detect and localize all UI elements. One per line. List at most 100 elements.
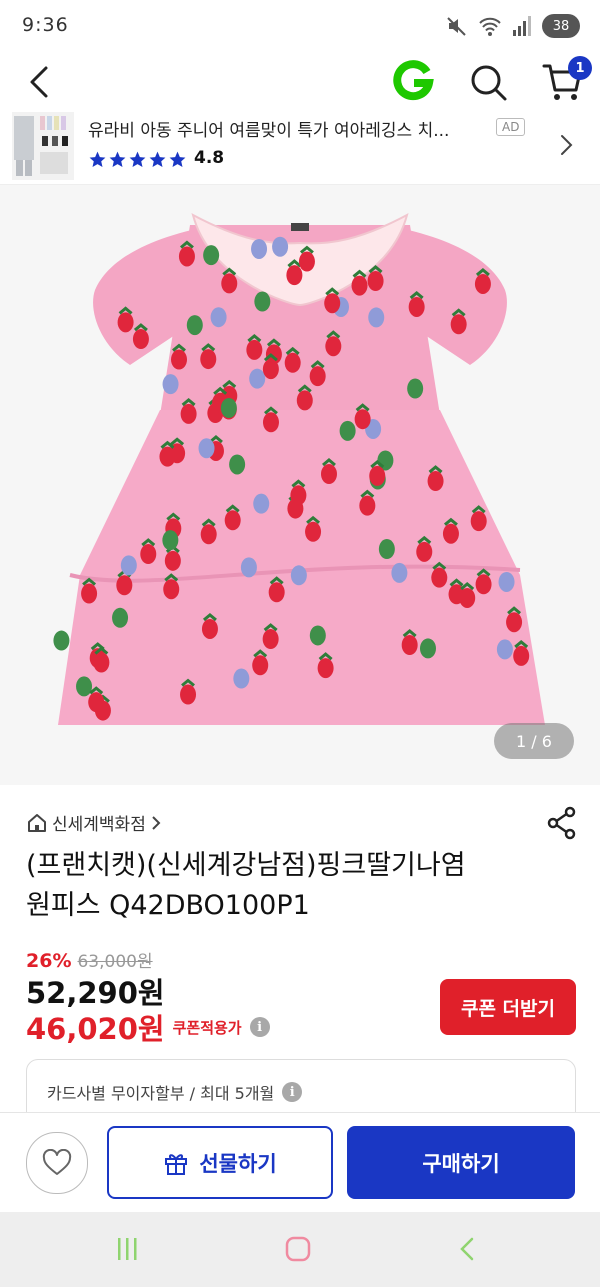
strawberry-print xyxy=(180,403,197,424)
star-icon xyxy=(89,151,106,168)
strawberry-print xyxy=(470,511,487,532)
g-logo-button[interactable] xyxy=(392,60,434,102)
info-icon[interactable]: i xyxy=(282,1082,303,1102)
search-button[interactable] xyxy=(466,60,510,104)
recent-apps-icon[interactable] xyxy=(114,1236,142,1262)
product-title: (프랜치캣)(신세계강남점)핑크딸기나염 원피스 Q42DBO100P1 xyxy=(26,846,526,926)
strawberry-print xyxy=(427,471,444,492)
system-nav-bar xyxy=(0,1212,600,1287)
strawberry-print xyxy=(309,366,326,387)
chevron-right-icon[interactable] xyxy=(556,132,576,158)
strawberry-print xyxy=(305,521,322,542)
strawberry-print xyxy=(442,523,459,544)
strawberry-print xyxy=(459,587,476,608)
strawberry-print xyxy=(171,349,188,370)
strawberry-print xyxy=(290,485,307,506)
coupon-more-button[interactable]: 쿠폰 더받기 xyxy=(440,979,576,1035)
strawberry-print xyxy=(252,655,269,676)
strawberry-print xyxy=(159,446,176,467)
coupon-label: 쿠폰적용가 xyxy=(172,1018,242,1037)
strawberry-print xyxy=(200,349,217,370)
strawberry-print xyxy=(88,692,105,713)
status-bar: 9:36 38 xyxy=(0,0,600,54)
strawberry-print xyxy=(246,339,263,360)
strawberry-print xyxy=(506,612,523,633)
strawberry-print xyxy=(203,245,220,266)
strawberry-print xyxy=(140,544,157,565)
battery-indicator: 38 xyxy=(542,14,580,38)
back-icon[interactable] xyxy=(454,1236,482,1262)
strawberry-print xyxy=(132,329,149,350)
strawberry-print xyxy=(369,465,386,486)
strawberry-print xyxy=(262,629,279,650)
home-icon[interactable] xyxy=(284,1236,312,1262)
wishlist-button[interactable] xyxy=(26,1132,88,1194)
store-name[interactable]: 신세계백화점 xyxy=(52,810,146,835)
strawberry-print xyxy=(496,639,513,660)
ad-thumbnail xyxy=(12,112,74,180)
buy-button[interactable]: 구매하기 xyxy=(347,1126,575,1199)
strawberry-print xyxy=(262,359,279,380)
strawberry-print xyxy=(378,539,395,560)
strawberry-print xyxy=(221,273,238,294)
strawberry-print xyxy=(210,307,227,328)
search-icon xyxy=(471,65,507,101)
star-icon xyxy=(149,151,166,168)
strawberry-print xyxy=(254,291,271,312)
coupon-price-row: 46,020원 쿠폰적용가 i xyxy=(26,1006,270,1048)
strawberry-print xyxy=(298,251,315,272)
chevron-left-icon xyxy=(30,66,48,98)
strawberry-print xyxy=(162,374,179,395)
discount-rate: 26% xyxy=(26,950,72,972)
strawberry-print xyxy=(180,684,197,705)
strawberry-print xyxy=(163,579,180,600)
strawberry-print xyxy=(178,246,195,267)
strawberry-print xyxy=(262,412,279,433)
ad-banner[interactable]: 유라비 아동 주니어 여름맞이 특가 여아레깅스 치... AD 4.8 xyxy=(0,110,600,185)
wifi-icon xyxy=(479,17,501,36)
star-icon xyxy=(169,151,186,168)
strawberry-print xyxy=(324,293,341,314)
gift-label: 선물하기 xyxy=(199,1151,277,1176)
share-button[interactable] xyxy=(546,806,578,840)
gift-button[interactable]: 선물하기 xyxy=(107,1126,333,1199)
gift-icon xyxy=(165,1153,188,1175)
store-link[interactable]: 신세계백화점 xyxy=(26,810,162,835)
strawberry-print xyxy=(76,676,93,697)
status-icons: 38 xyxy=(446,14,580,38)
bottom-action-bar: 선물하기 구매하기 xyxy=(0,1112,600,1213)
product-title-line2: 원피스 Q42DBO100P1 xyxy=(26,890,310,921)
strawberry-print xyxy=(351,275,368,296)
strawberry-print xyxy=(116,575,133,596)
strawberry-print xyxy=(317,658,334,679)
strawberry-print xyxy=(359,495,376,516)
star-icon xyxy=(109,151,126,168)
strawberry-print xyxy=(220,398,237,419)
strawberry-print xyxy=(240,557,257,578)
strawberry-print xyxy=(164,550,181,571)
strawberry-print xyxy=(401,635,418,656)
strawberry-print xyxy=(309,625,326,646)
product-image-carousel[interactable] xyxy=(0,185,600,785)
strawberry-print xyxy=(416,541,433,562)
strawberry-print xyxy=(419,638,436,659)
ad-title[interactable]: 유라비 아동 주니어 여름맞이 특가 여아레깅스 치... xyxy=(88,116,496,141)
strawberry-print xyxy=(284,352,301,373)
strawberry-print xyxy=(320,464,337,485)
strawberry-print xyxy=(431,567,448,588)
strawberry-print xyxy=(251,238,268,259)
heart-icon xyxy=(42,1149,72,1175)
info-icon[interactable]: i xyxy=(249,1017,270,1037)
mute-icon xyxy=(447,17,466,36)
strawberry-print xyxy=(391,562,408,583)
strawberry-print xyxy=(249,368,266,389)
star-icon xyxy=(129,151,146,168)
strawberry-print xyxy=(162,530,179,551)
home-store-icon xyxy=(28,813,46,832)
strawberry-print xyxy=(290,565,307,586)
back-button[interactable] xyxy=(20,60,60,104)
strawberry-print xyxy=(272,236,289,257)
strawberry-print xyxy=(474,273,491,294)
strawberry-print xyxy=(498,571,515,592)
strawberry-print xyxy=(201,618,218,639)
